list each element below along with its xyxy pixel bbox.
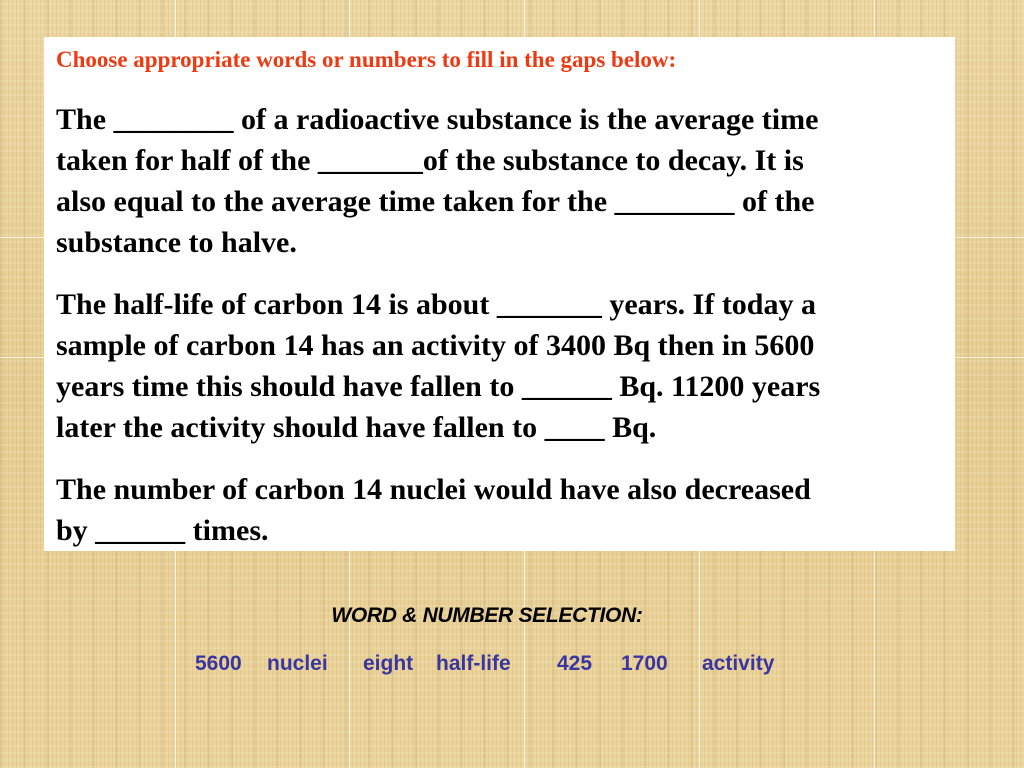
instruction-heading: Choose appropriate words or numbers to f… <box>56 47 677 72</box>
text-line: The half-life of carbon 14 is about ____… <box>56 288 816 321</box>
option-activity[interactable]: activity <box>702 652 774 676</box>
option-1700[interactable]: 1700 <box>621 652 668 676</box>
text-line: sample of carbon 14 has an activity of 3… <box>56 329 815 362</box>
question-card: Choose appropriate words or numbers to f… <box>44 37 955 551</box>
text-line: The ________ of a radioactive substance … <box>56 103 819 136</box>
option-eight[interactable]: eight <box>363 652 413 676</box>
text-line: substance to halve. <box>56 226 297 259</box>
text-line: years time this should have fallen to __… <box>56 370 821 403</box>
option-half-life[interactable]: half-life <box>436 652 511 676</box>
text-line: taken for half of the _______of the subs… <box>56 144 804 177</box>
option-5600[interactable]: 5600 <box>195 652 242 676</box>
paragraph-half-life-definition: The ________ of a radioactive substance … <box>56 99 818 263</box>
paragraph-nuclei-decrease: The number of carbon 14 nuclei would hav… <box>56 469 811 551</box>
text-line: also equal to the average time taken for… <box>56 185 815 218</box>
option-425[interactable]: 425 <box>557 652 592 676</box>
selection-title: WORD & NUMBER SELECTION: <box>331 604 643 627</box>
text-line: by ______ times. <box>56 514 269 547</box>
text-line: later the activity should have fallen to… <box>56 411 657 444</box>
paragraph-carbon-14-activity: The half-life of carbon 14 is about ____… <box>56 284 820 448</box>
option-nuclei[interactable]: nuclei <box>267 652 328 676</box>
text-line: The number of carbon 14 nuclei would hav… <box>56 473 811 506</box>
